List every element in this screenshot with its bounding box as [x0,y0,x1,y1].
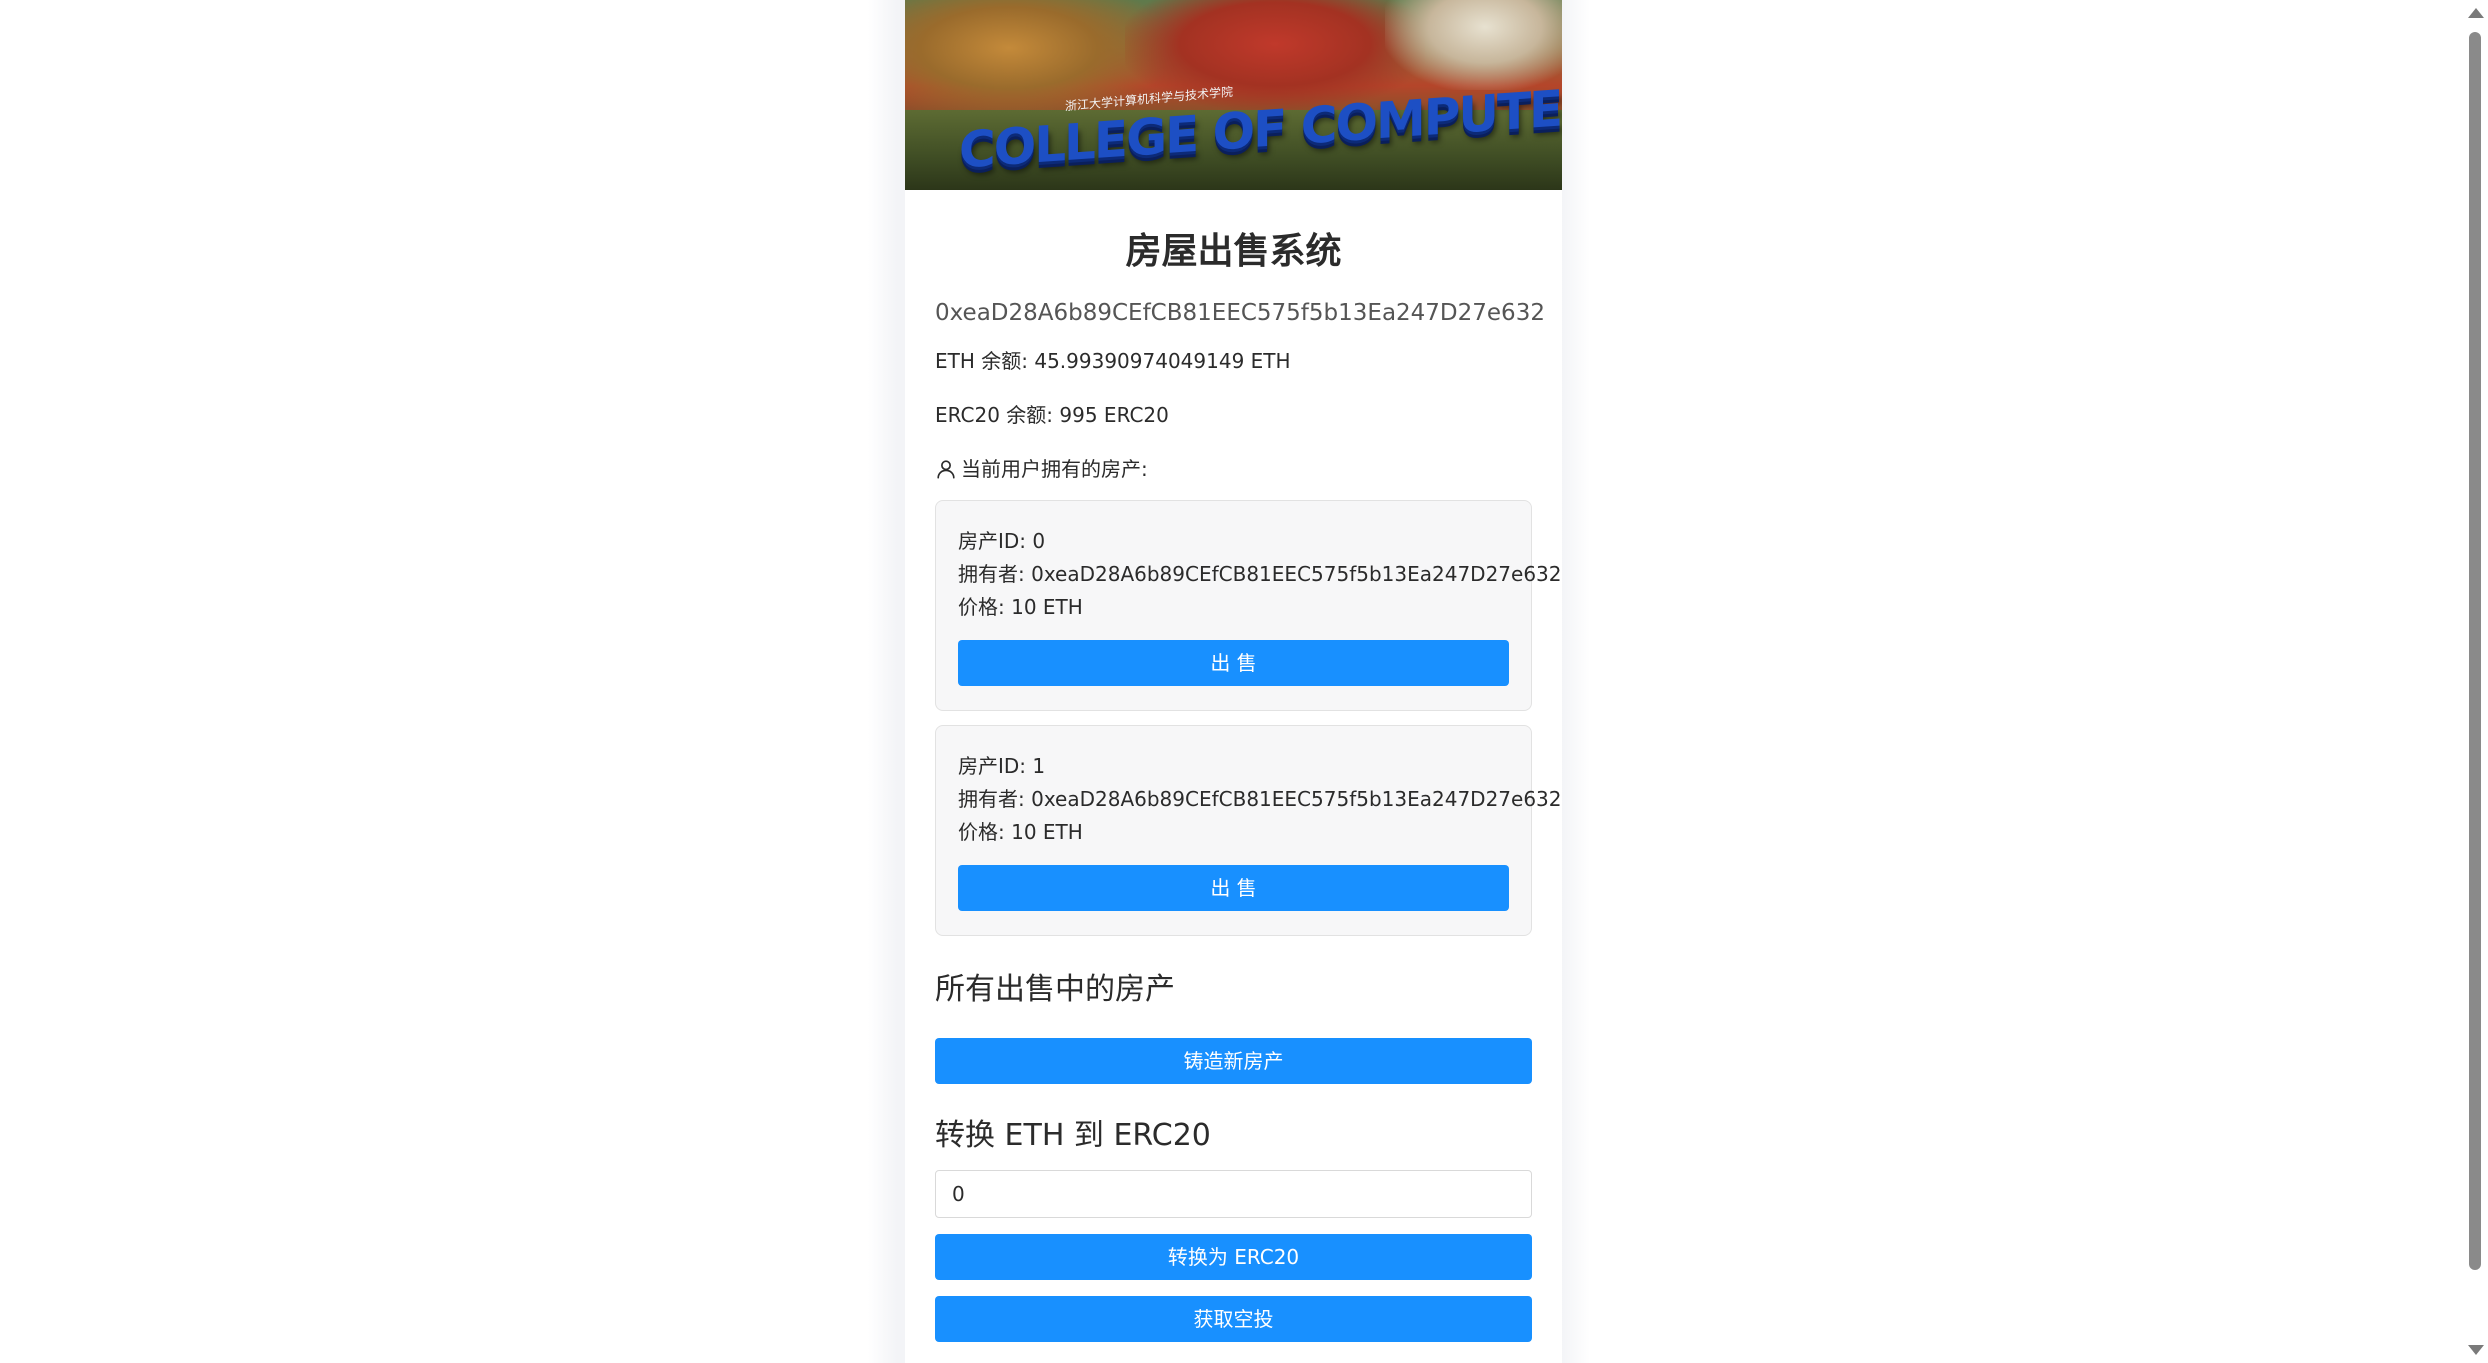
scroll-up-arrow-icon[interactable] [2468,8,2484,18]
scroll-down-arrow-icon[interactable] [2468,1345,2484,1355]
eth-balance: ETH 余额: 45.99390974049149 ETH [935,349,1291,373]
property-id: 房产ID: 1 [958,754,1046,778]
owned-properties-label-text: 当前用户拥有的房产: [961,457,1148,481]
browser-viewport: 浙江大学计算机科学与技术学院 COLLEGE OF COMPUTER SCIEN… [0,0,2488,1363]
vertical-scrollbar[interactable] [2462,0,2488,1363]
airdrop-button[interactable]: 获取空投 [935,1296,1532,1342]
banner-image: 浙江大学计算机科学与技术学院 COLLEGE OF COMPUTER SCIEN… [905,0,1562,190]
property-card: 房产ID: 1 拥有者: 0xeaD28A6b89CEfCB81EEC575f5… [935,725,1562,936]
property-card: 房产ID: 0 拥有者: 0xeaD28A6b89CEfCB81EEC575f5… [935,500,1562,711]
property-price: 价格: 10 ETH [958,595,1083,619]
app-card: 浙江大学计算机科学与技术学院 COLLEGE OF COMPUTER SCIEN… [905,0,1562,1363]
sell-button[interactable]: 出 售 [958,865,1509,911]
eth-amount-input[interactable] [935,1170,1532,1218]
convert-section-title: 转换 ETH 到 ERC20 [935,1118,1211,1153]
scrollbar-thumb[interactable] [2469,32,2481,1270]
convert-to-erc20-button[interactable]: 转换为 ERC20 [935,1234,1532,1280]
property-id: 房产ID: 0 [958,529,1046,553]
main-content: 房屋出售系统 0xeaD28A6b89CEfCB81EEC575f5b13Ea2… [905,228,1562,1342]
owned-properties-label: 当前用户拥有的房产: [935,456,1532,482]
account-address: 0xeaD28A6b89CEfCB81EEC575f5b13Ea247D27e6… [935,300,1545,326]
for-sale-section-title: 所有出售中的房产 [935,972,1175,1007]
user-icon [937,460,955,479]
sell-button[interactable]: 出 售 [958,640,1509,686]
property-owner: 拥有者: 0xeaD28A6b89CEfCB81EEC575f5b13Ea247… [958,787,1562,811]
property-price: 价格: 10 ETH [958,820,1083,844]
erc20-balance: ERC20 余额: 995 ERC20 [935,403,1169,427]
mint-property-button[interactable]: 铸造新房产 [935,1038,1532,1084]
property-owner: 拥有者: 0xeaD28A6b89CEfCB81EEC575f5b13Ea247… [958,562,1562,586]
page-title: 房屋出售系统 [1125,231,1342,272]
